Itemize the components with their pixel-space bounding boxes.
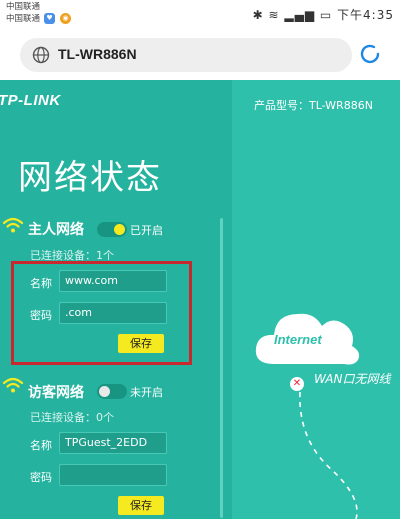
tplink-logo: TP-LINK bbox=[0, 92, 61, 109]
notification-icon: ♥ bbox=[44, 13, 55, 24]
wifi-icon: ≋ bbox=[268, 8, 280, 22]
guest-name-label: 名称 bbox=[30, 439, 52, 452]
reload-icon[interactable] bbox=[358, 42, 382, 66]
internet-label: Internet bbox=[274, 332, 322, 347]
guest-network-title: 访客网络 bbox=[28, 385, 84, 401]
carrier-label-1: 中国联通 bbox=[6, 2, 41, 12]
guest-password-input[interactable] bbox=[59, 464, 167, 486]
wifi-icon bbox=[2, 377, 24, 393]
status-bar: 中国联通 中国联通 ♥ ◉ ✱ ≋ ▂▄▆ ▭ 下午4:35 bbox=[0, 0, 400, 30]
guest-password-label: 密码 bbox=[30, 471, 52, 484]
browser-toolbar: TL-WR886N bbox=[0, 30, 400, 80]
wifi-icon bbox=[2, 217, 24, 233]
host-network-toggle[interactable] bbox=[97, 222, 127, 237]
battery-icon: ▭ bbox=[319, 8, 333, 22]
status-icons: ✱ ≋ ▂▄▆ ▭ 下午4:35 bbox=[253, 6, 394, 23]
url-text: TL-WR886N bbox=[58, 46, 137, 62]
model-label: 产品型号：TL-WR886N bbox=[254, 99, 373, 112]
guest-connected-devices: 已连接设备：0个 bbox=[30, 411, 114, 424]
address-bar[interactable]: TL-WR886N bbox=[20, 38, 352, 72]
app-notification-icon: ◉ bbox=[60, 13, 71, 24]
scrollbar[interactable] bbox=[220, 218, 223, 518]
guest-network-toggle-label: 未开启 bbox=[130, 386, 163, 399]
toggle-knob bbox=[114, 224, 125, 235]
carrier-label-2: 中国联通 bbox=[6, 14, 41, 24]
router-status-page: TP-LINK 产品型号：TL-WR886N 网络状态 主人网络 已开启 已连接… bbox=[0, 80, 400, 519]
highlight-box bbox=[11, 261, 192, 365]
guest-network-toggle[interactable] bbox=[97, 384, 127, 399]
globe-icon bbox=[32, 46, 50, 64]
host-network-toggle-label: 已开启 bbox=[130, 224, 163, 237]
guest-save-button[interactable]: 保存 bbox=[118, 496, 164, 515]
toggle-knob bbox=[99, 386, 110, 397]
connection-line bbox=[299, 391, 358, 519]
clock: 下午4:35 bbox=[337, 8, 394, 22]
bluetooth-icon: ✱ bbox=[252, 8, 264, 22]
host-network-title: 主人网络 bbox=[28, 222, 84, 238]
signal-icon: ▂▄▆ bbox=[284, 8, 316, 22]
page-title: 网络状态 bbox=[18, 158, 162, 198]
guest-name-input[interactable]: TPGuest_2EDD bbox=[59, 432, 167, 454]
